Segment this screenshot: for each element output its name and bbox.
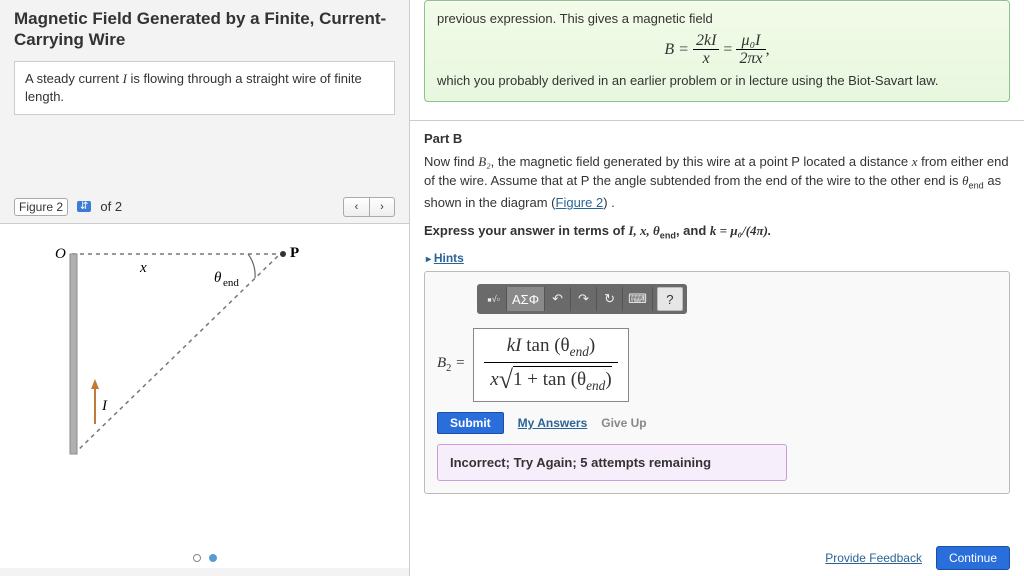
tool-keyboard[interactable]: ⌨ [623, 287, 653, 311]
diagram-label-x: x [139, 260, 147, 276]
figure-canvas: O P x θ end I [0, 223, 409, 568]
provide-feedback-link[interactable]: Provide Feedback [825, 551, 922, 565]
figure-spinner-icon[interactable]: ⇵ [77, 201, 91, 212]
give-up-link[interactable]: Give Up [601, 416, 646, 430]
hint-line1: previous expression. This gives a magnet… [437, 9, 997, 29]
part-b-body: Now find B₂, the magnetic field generate… [424, 152, 1010, 213]
diagram-label-O: O [55, 246, 66, 262]
tool-redo[interactable]: ↷ [571, 287, 597, 311]
tool-help[interactable]: ? [657, 287, 683, 311]
continue-button[interactable]: Continue [936, 546, 1010, 570]
part-b-heading: Part B [424, 131, 1010, 146]
express-instruction: Express your answer in terms of I, x, θe… [424, 221, 1010, 243]
tool-templates[interactable]: ▪√▫ [481, 287, 507, 311]
divider [410, 120, 1024, 121]
figure-selector-bar: Figure 2 ⇵ of 2 ‹ › [14, 195, 395, 219]
answer-lhs: B2 = [437, 355, 465, 374]
hint-equation: B = 2kIx = μ₀I2πx, [437, 33, 997, 68]
figure-dot-1[interactable] [193, 554, 201, 562]
feedback-message: Incorrect; Try Again; 5 attempts remaini… [437, 444, 787, 481]
diagram-label-I: I [101, 398, 108, 414]
hint-line2: which you probably derived in an earlier… [437, 71, 997, 91]
answer-area: ▪√▫ ΑΣΦ ↶ ↷ ↻ ⌨ ? B2 = kI tan (θend) x√1… [424, 271, 1010, 494]
equation-toolbar: ▪√▫ ΑΣΦ ↶ ↷ ↻ ⌨ ? [477, 284, 687, 314]
tool-reset[interactable]: ↻ [597, 287, 623, 311]
tool-undo[interactable]: ↶ [545, 287, 571, 311]
figure-diagram: O P x θ end I [0, 224, 410, 484]
figure-label: Figure 2 [14, 198, 68, 216]
figure-pager-dots [193, 554, 217, 562]
hints-toggle[interactable]: Hints [426, 251, 1010, 265]
problem-title: Magnetic Field Generated by a Finite, Cu… [14, 8, 395, 51]
problem-prompt: A steady current I is flowing through a … [14, 61, 395, 115]
figure-next-button[interactable]: › [369, 197, 395, 217]
diagram-label-theta-sub: end [223, 277, 239, 289]
solution-hint-box: previous expression. This gives a magnet… [424, 0, 1010, 102]
figure-dot-2[interactable] [209, 554, 217, 562]
my-answers-link[interactable]: My Answers [518, 416, 588, 430]
figure-2-link[interactable]: Figure 2 [556, 195, 604, 210]
prompt-text-pre: A steady current [25, 71, 123, 86]
diagram-label-P: P [290, 245, 299, 261]
answer-input[interactable]: kI tan (θend) x√1 + tan (θend) [473, 328, 628, 402]
submit-button[interactable]: Submit [437, 412, 504, 434]
diagram-label-theta: θ [214, 270, 222, 286]
figure-count: of 2 [100, 199, 122, 214]
figure-prev-button[interactable]: ‹ [343, 197, 369, 217]
tool-greek[interactable]: ΑΣΦ [507, 287, 545, 311]
